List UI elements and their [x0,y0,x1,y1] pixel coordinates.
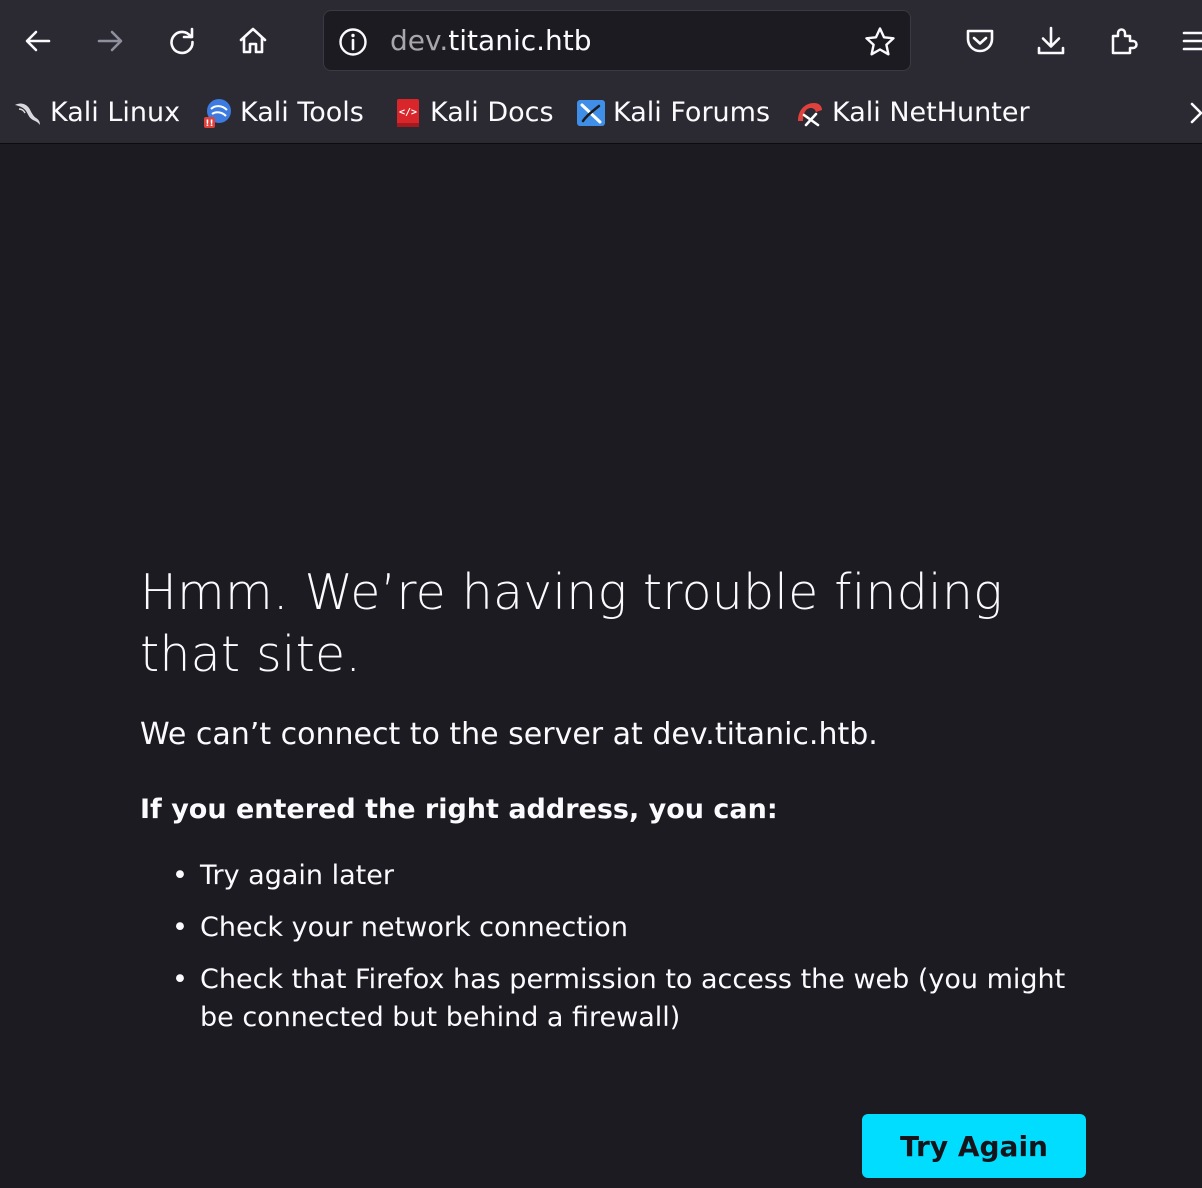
bookmark-label: Kali NetHunter [832,97,1030,128]
browser-toolbar: dev.titanic.htb [0,0,1202,82]
home-button[interactable] [225,12,281,70]
list-item: • Try again later [172,857,1100,895]
url-bar[interactable]: dev.titanic.htb [323,10,911,71]
extensions-icon [1111,28,1138,55]
forward-button[interactable] [82,12,138,70]
try-again-button[interactable]: Try Again [862,1114,1086,1178]
arrow-right-icon [97,30,123,52]
bookmark-kali-linux[interactable]: Kali Linux [12,94,180,132]
bookmarks-toolbar: Kali Linux !! Kali Tools </> Kali Docs K… [0,82,1202,144]
extensions-button[interactable] [1096,12,1152,70]
bookmark-label: Kali Linux [50,97,181,128]
page-title: Hmm. We’re having trouble finding that s… [140,564,1003,683]
download-icon [1037,26,1065,55]
suggestion-text: Try again later [200,860,394,891]
kali-dragon-icon [12,97,44,129]
reload-button[interactable] [154,12,210,70]
arrow-left-icon [25,30,51,52]
svg-text:</>: </> [399,107,417,118]
hamburger-menu-icon [1182,31,1202,51]
menu-button[interactable] [1168,12,1202,70]
back-button[interactable] [10,12,66,70]
kali-tools-icon: !! [202,97,234,129]
list-item: • Check your network connection [172,909,1100,947]
info-icon[interactable] [336,25,370,59]
star-icon[interactable] [862,24,898,60]
bookmark-kali-tools[interactable]: !! Kali Tools [202,94,364,132]
list-item: • Check that Firefox has permission to a… [172,961,1100,1037]
error-description: We can’t connect to the server at dev.ti… [140,717,878,752]
bullet: • [172,860,188,891]
bookmark-label: Kali Docs [430,97,554,128]
bullet: • [172,912,188,943]
error-page: Hmm. We’re having trouble finding that s… [0,145,1202,1188]
kali-nethunter-icon [794,97,826,129]
suggestions-heading: If you entered the right address, you ca… [140,794,778,825]
suggestion-text: Check your network connection [200,912,628,943]
bookmark-kali-docs[interactable]: </> Kali Docs [392,94,554,132]
bullet: • [172,964,188,995]
bookmark-label: Kali Forums [613,97,771,128]
downloads-button[interactable] [1023,12,1079,70]
bookmarks-overflow-button[interactable] [1178,96,1202,130]
pocket-button[interactable] [952,12,1008,70]
kali-docs-icon: </> [392,97,424,129]
bookmark-kali-nethunter[interactable]: Kali NetHunter [794,94,1030,132]
url-domain: titanic.htb [448,24,592,57]
pocket-icon [966,29,994,53]
svg-text:!!: !! [205,119,213,129]
url-text[interactable]: dev.titanic.htb [390,24,592,58]
chevron-right-icon [1190,102,1202,124]
kali-forums-icon [575,97,607,129]
suggestion-list: • Try again later • Check your network c… [172,857,1100,1051]
url-subdomain: dev. [390,24,449,57]
suggestion-text: Check that Firefox has permission to acc… [200,964,1066,1033]
home-icon [239,27,267,54]
bookmark-kali-forums[interactable]: Kali Forums [575,94,770,132]
bookmark-label: Kali Tools [240,97,364,128]
reload-icon [170,27,194,55]
